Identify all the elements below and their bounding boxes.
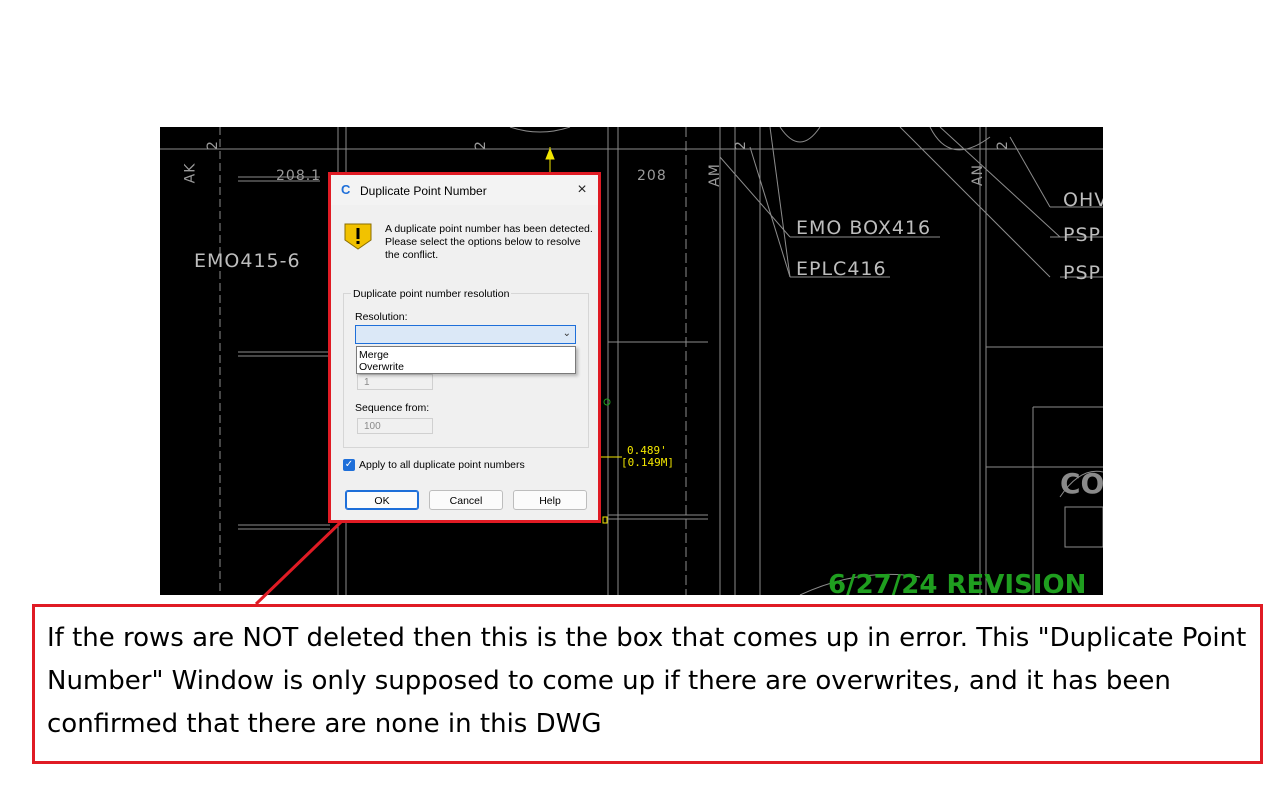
help-button[interactable]: Help	[513, 490, 587, 510]
revision-label: 6/27/24 REVISION	[828, 570, 1087, 595]
psp-label: PSP	[1063, 262, 1101, 284]
apply-all-label: Apply to all duplicate point numbers	[359, 459, 525, 471]
hidden-number-field[interactable]: 1	[357, 374, 433, 390]
cancel-button[interactable]: Cancel	[429, 490, 503, 510]
sequence-field[interactable]: 100	[357, 418, 433, 434]
annotation-callout: If the rows are NOT deleted then this is…	[32, 604, 1263, 764]
callout-text: If the rows are NOT deleted then this is…	[47, 623, 1247, 739]
dialog-titlebar[interactable]: C Duplicate Point Number ×	[331, 175, 598, 205]
chevron-down-icon[interactable]: ⌄	[563, 328, 571, 339]
warning-icon	[344, 223, 372, 250]
grid-marker-2: 2	[994, 140, 1011, 150]
dropdown-option-overwrite[interactable]: Overwrite	[359, 361, 404, 373]
dimension-meters: [0.149M]	[621, 456, 674, 469]
grid-marker-2: 2	[204, 140, 221, 150]
cad-drawing-background: AK 2 208.1 EMO415-6 2 208 AM 2 AN 2 EMO …	[160, 127, 1103, 595]
grid-label-an: AN	[970, 163, 987, 187]
emo-label: EMO415-6	[194, 250, 301, 272]
group-title: Duplicate point number resolution	[351, 288, 512, 300]
grid-marker-2: 2	[732, 140, 749, 150]
ok-button[interactable]: OK	[345, 490, 419, 510]
close-button[interactable]: ×	[572, 180, 592, 200]
emo-box-label: EMO BOX416	[796, 217, 932, 239]
resolution-label: Resolution:	[355, 311, 408, 323]
resolution-combobox[interactable]: ⌄	[355, 325, 576, 344]
dimension-label: 208.1	[276, 168, 322, 184]
dropdown-option-merge[interactable]: Merge	[359, 349, 389, 361]
grid-label-am: AM	[706, 163, 723, 187]
dialog-highlight-frame: C Duplicate Point Number × A duplicate p…	[328, 172, 601, 523]
app-logo-icon: C	[341, 182, 351, 197]
cad-linework	[160, 127, 1103, 595]
apply-all-checkbox[interactable]: ✓	[343, 459, 355, 471]
dialog-message: A duplicate point number has been detect…	[385, 223, 593, 261]
dimension-label: 208	[637, 168, 667, 184]
grid-marker-2: 2	[472, 140, 489, 150]
ohv-label: OHV	[1063, 189, 1103, 211]
dialog-title: Duplicate Point Number	[360, 184, 487, 198]
resolution-dropdown-list: Merge Overwrite	[356, 346, 576, 374]
sequence-label: Sequence from:	[355, 402, 430, 414]
grid-label-ak: AK	[182, 162, 199, 184]
duplicate-point-number-dialog: C Duplicate Point Number × A duplicate p…	[331, 175, 598, 520]
psp-label: PSP	[1063, 224, 1101, 246]
co-label: CO	[1060, 467, 1103, 500]
eplc-label: EPLC416	[796, 258, 887, 280]
